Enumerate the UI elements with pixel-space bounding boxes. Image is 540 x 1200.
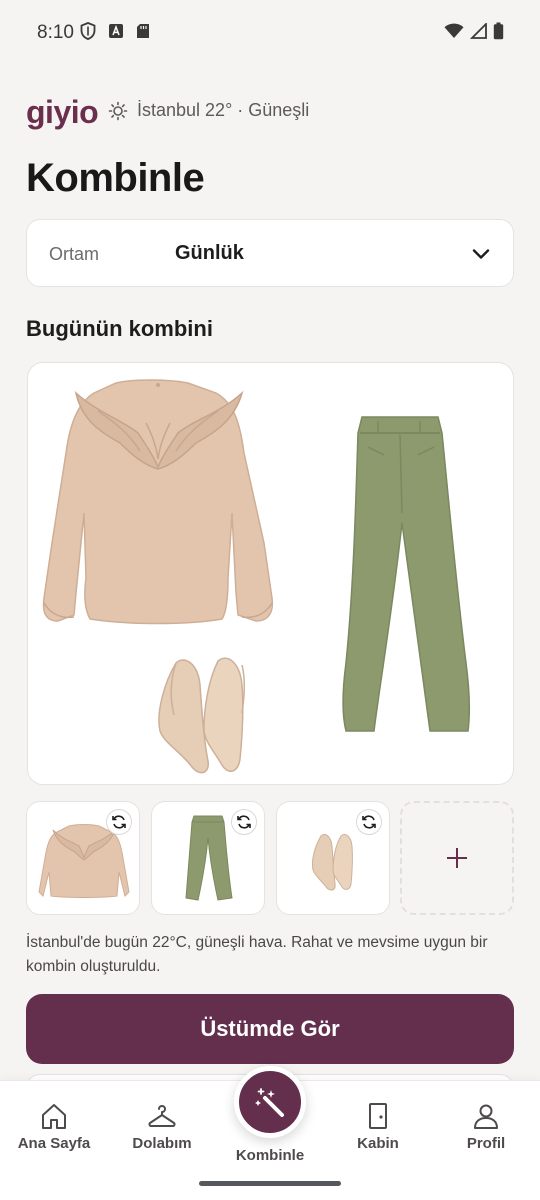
shield-icon	[80, 22, 96, 40]
occasion-label: Ortam	[49, 244, 100, 264]
user-icon	[474, 1104, 498, 1129]
nav-label-wardrobe: Dolabım	[132, 1135, 192, 1152]
font-icon	[109, 24, 123, 38]
item-thumb-shoes[interactable]	[276, 801, 390, 915]
nav-label-profile: Profil	[466, 1135, 506, 1152]
brand-logo: giyio	[26, 94, 99, 130]
nav-item-home[interactable]: Ana Sayfa	[0, 1101, 108, 1152]
nav-item-profile[interactable]: Profil	[432, 1101, 540, 1152]
magic-wand-icon	[255, 1088, 284, 1117]
plus-icon	[447, 848, 467, 868]
home-indicator[interactable]	[199, 1181, 341, 1186]
hanger-icon	[148, 1105, 176, 1127]
swap-item-button[interactable]	[106, 809, 132, 835]
status-system-icons	[444, 22, 504, 40]
sun-icon	[108, 101, 128, 120]
outfit-preview	[27, 362, 514, 785]
trousers-image	[342, 416, 471, 732]
refresh-icon	[237, 815, 251, 829]
nav-label-combine[interactable]: Kombinle	[216, 1147, 324, 1164]
outfit-items-strip	[26, 801, 514, 916]
occasion-select[interactable]: Ortam Günlük	[26, 219, 514, 287]
status-notification-icons	[80, 22, 150, 40]
occasion-value: Günlük	[175, 242, 244, 264]
swap-item-button[interactable]	[231, 809, 257, 835]
refresh-icon	[362, 815, 376, 829]
nav-item-fitting-room[interactable]: Kabin	[324, 1101, 432, 1152]
item-thumb-trousers[interactable]	[151, 801, 265, 915]
section-title: Bugünün kombini	[26, 316, 213, 341]
outfit-description: İstanbul'de bugün 22°C, güneşli hava. Ra…	[26, 934, 488, 975]
refresh-icon	[112, 815, 126, 829]
chevron-down-icon	[472, 249, 490, 259]
blouse-image	[42, 379, 274, 625]
page-title: Kombinle	[26, 156, 205, 200]
shoes-image	[158, 657, 246, 774]
home-icon	[42, 1104, 66, 1129]
battery-icon	[493, 22, 504, 40]
signal-icon	[470, 23, 487, 39]
nav-item-wardrobe[interactable]: Dolabım	[108, 1101, 216, 1152]
weather-text: İstanbul 22° · Güneşli	[137, 100, 310, 120]
nav-item-combine[interactable]	[234, 1066, 306, 1138]
status-bar: 8:10	[0, 0, 540, 66]
nav-label-home: Ana Sayfa	[17, 1135, 91, 1152]
wifi-icon	[444, 23, 464, 38]
swap-item-button[interactable]	[356, 809, 382, 835]
outfit-illustration	[42, 379, 471, 774]
status-time: 8:10	[37, 22, 74, 43]
sd-card-icon	[137, 24, 149, 38]
weather-info: İstanbul 22° · Güneşli	[108, 100, 309, 121]
try-on-button[interactable]: Üstümde Gör	[26, 994, 514, 1064]
door-icon	[369, 1103, 387, 1129]
nav-label-fitting-room: Kabin	[357, 1135, 399, 1152]
add-item-button[interactable]	[400, 801, 514, 915]
screen: 8:10 giyio İstanbul 22° · Güneşli Kombin…	[0, 0, 540, 1200]
item-thumb-blouse[interactable]	[26, 801, 140, 915]
